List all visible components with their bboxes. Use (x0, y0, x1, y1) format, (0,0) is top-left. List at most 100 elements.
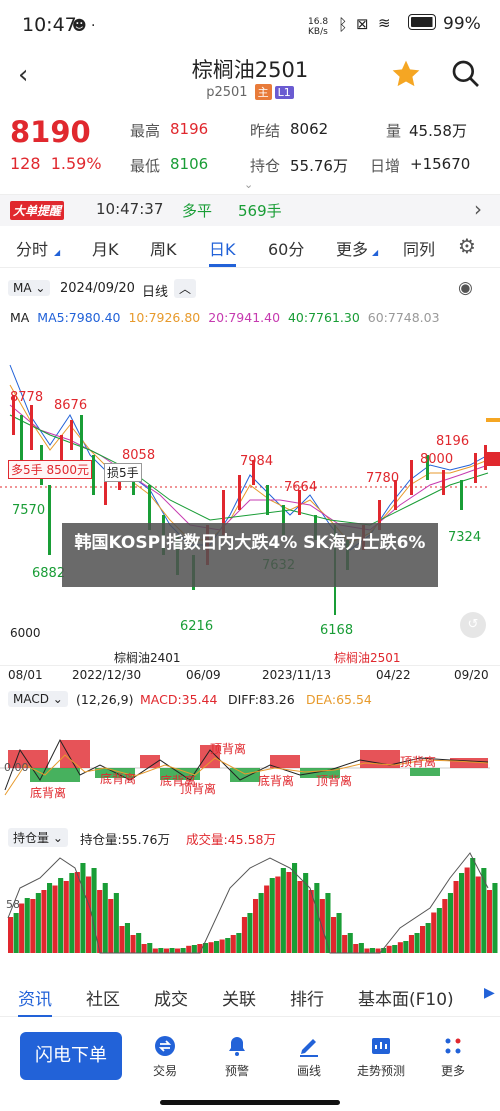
flash-order-button[interactable]: 闪电下单 (20, 1032, 122, 1080)
settings-gear-icon[interactable]: ⚙ (458, 234, 476, 258)
volume-bar (158, 948, 164, 953)
last-price: 8190 (10, 115, 91, 149)
tab-ranking[interactable]: 排行 (290, 985, 324, 1010)
ma-value: 40:7761.30 (287, 310, 360, 325)
expand-chevron-icon[interactable]: ⌄ (244, 178, 253, 191)
volume-bar (364, 948, 370, 953)
volume-bar (253, 899, 259, 953)
tooltip-price: 8500元 (46, 463, 90, 477)
volume-bar (492, 883, 498, 953)
volume-bar (236, 933, 242, 953)
stop-loss-tag[interactable]: 损5手 (104, 463, 142, 482)
volume-bar (353, 944, 359, 953)
x-tick: 06/09 (186, 668, 221, 682)
low-value: 8106 (170, 155, 209, 173)
tab-related[interactable]: 关联 (222, 985, 256, 1010)
tab-community[interactable]: 社区 (86, 985, 120, 1010)
alert-button[interactable]: 预警 (206, 1034, 268, 1079)
position-long-tooltip[interactable]: 多5手 8500元 (8, 460, 93, 479)
volume-bar (442, 899, 448, 953)
bluetooth-icon: ᛒ (338, 15, 348, 34)
reset-icon[interactable]: ↺ (460, 612, 486, 638)
ma-value: MA5:7980.40 (37, 310, 121, 325)
tab-monthly[interactable]: 月K (92, 236, 119, 260)
volume-bar (102, 883, 108, 953)
main-tag: 主 (254, 84, 272, 100)
volume-bar (375, 948, 381, 953)
page-title: 棕榈油2501 (191, 58, 309, 82)
tab-news[interactable]: 资讯 (18, 985, 52, 1017)
price-annotation: 7984 (240, 454, 274, 469)
tab-fundamentals[interactable]: 基本面(F10) (358, 985, 454, 1010)
volume-bar (63, 881, 69, 953)
volume-bar (186, 945, 192, 953)
macd-selector[interactable]: MACD ⌄ (8, 691, 68, 707)
alert-chevron-icon: › (474, 197, 482, 221)
dropdown-icon: ◢ (54, 248, 61, 257)
volume-bar (408, 935, 414, 953)
volume-bar (74, 872, 80, 953)
alert-label: 预警 (224, 1064, 249, 1078)
volume-bar (80, 863, 86, 953)
candle (92, 455, 95, 495)
more-label: 更多 (440, 1064, 465, 1078)
trade-button[interactable]: 交易 (134, 1034, 196, 1079)
volume-bar (275, 876, 281, 953)
draw-button[interactable]: 画线 (278, 1034, 340, 1079)
candlestick-chart[interactable] (0, 325, 500, 645)
tab-daily[interactable]: 日K (209, 236, 236, 267)
volume-bar (52, 885, 58, 953)
oi-selector[interactable]: 持仓量 ⌄ (8, 828, 68, 847)
volume-bar (286, 872, 292, 953)
contract-marker: 棕榈油2401 (114, 651, 181, 665)
tab-compare[interactable]: 同列 (403, 236, 435, 260)
search-icon[interactable] (450, 58, 482, 90)
volume-bar (180, 948, 186, 953)
x-tick: 09/20 (454, 668, 489, 682)
volume-chart[interactable] (0, 848, 500, 963)
collapse-chevron-icon[interactable]: ︿ (174, 279, 197, 298)
action-bar: 闪电下单 交易 预警 画线 走势预测 更多 (0, 1020, 500, 1111)
app-notification-icon: ☻ · (72, 18, 96, 34)
more-button[interactable]: 更多 (422, 1034, 484, 1079)
volume-bar (470, 858, 476, 953)
volume-bar (86, 876, 92, 953)
volume-bar (325, 893, 331, 953)
high-value: 8196 (170, 120, 209, 138)
volume-bar (41, 890, 47, 953)
ma-value: 60:7748.03 (367, 310, 440, 325)
big-order-alert[interactable]: 大单提醒 10:47:37 多平 569手 › (0, 194, 500, 226)
volume-bar (436, 908, 442, 953)
tab-60min[interactable]: 60分 (268, 236, 304, 260)
ma-value: 10:7926.80 (128, 310, 201, 325)
news-banner[interactable]: 韩国KOSPI指数日内大跌4% SK海力士跌6% (62, 523, 438, 587)
chart-date: 2024/09/20 (60, 281, 135, 296)
tab-more[interactable]: 更多 (336, 236, 368, 260)
candle (238, 475, 241, 510)
candle (70, 420, 73, 450)
contract-code: p2501 主 L1 (0, 84, 500, 100)
net-speed: 16.8 KB/s (308, 17, 329, 37)
volume-bar (219, 939, 225, 953)
volume-bar (113, 893, 119, 953)
volume-bar (425, 923, 431, 953)
open-interest-label: 持仓 (250, 157, 281, 175)
volume-bar (297, 881, 303, 953)
tab-weekly[interactable]: 周K (150, 236, 177, 260)
price-annotation: 7664 (284, 480, 318, 495)
volume-bar (108, 899, 114, 953)
volume-bar (486, 890, 492, 953)
ma-selector-label: MA (13, 281, 32, 295)
volume-bar (225, 938, 231, 953)
volume-bar (130, 935, 136, 953)
tab-trades[interactable]: 成交 (154, 985, 188, 1010)
tab-intraday[interactable]: 分时 (16, 236, 48, 260)
scroll-right-icon[interactable]: ▶ (484, 985, 495, 1001)
forecast-button[interactable]: 走势预测 (350, 1034, 412, 1079)
favorite-star-icon[interactable] (390, 58, 422, 90)
ma-selector[interactable]: MA ⌄ (8, 280, 51, 296)
volume-bar (342, 935, 348, 953)
eye-icon[interactable]: ◉ (458, 278, 473, 298)
volume-bar (464, 867, 470, 953)
chart-period: 日线 (142, 285, 169, 300)
